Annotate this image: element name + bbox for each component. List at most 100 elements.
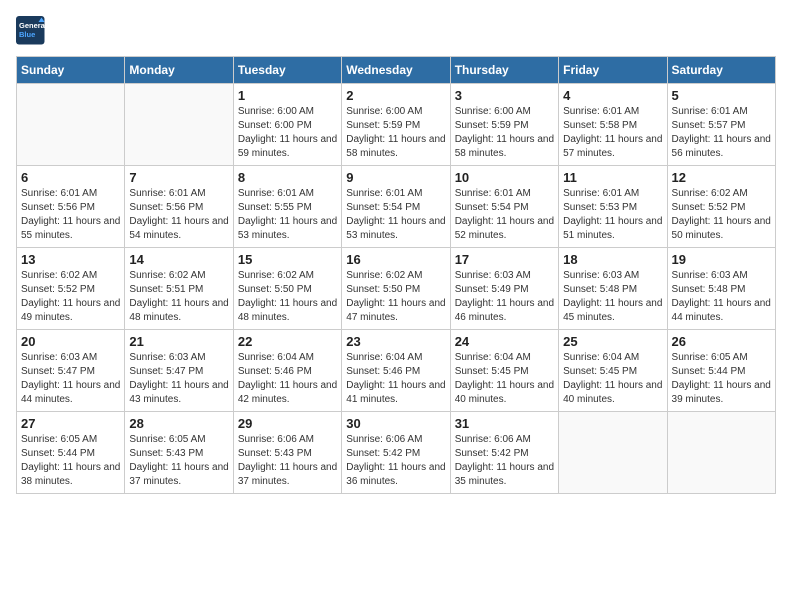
- calendar-day-cell: 22Sunrise: 6:04 AMSunset: 5:46 PMDayligh…: [233, 330, 341, 412]
- calendar-day-cell: 15 Sunrise: 6:02 AMSunset: 5:50 PMDayligh…: [233, 248, 341, 330]
- day-number: 20: [21, 334, 120, 349]
- day-number: 13: [21, 252, 120, 267]
- day-number: 30: [346, 416, 445, 431]
- day-info: Sunrise: 6:01 AMSunset: 5:54 PMDaylight:…: [346, 187, 445, 243]
- day-number: 14: [129, 252, 228, 267]
- calendar-week-row: 6 Sunrise: 6:01 AMSunset: 5:56 PMDaylight…: [17, 166, 776, 248]
- calendar-day-cell: 31 Sunrise: 6:06 AMSunset: 5:42 PMDayligh…: [450, 412, 558, 494]
- calendar-day-cell: 20 Sunrise: 6:03 AMSunset: 5:47 PMDayligh…: [17, 330, 125, 412]
- calendar-day-cell: 24 Sunrise: 6:04 AMSunset: 5:45 PMDayligh…: [450, 330, 558, 412]
- calendar-header-row: SundayMondayTuesdayWednesdayThursdayFrid…: [17, 57, 776, 84]
- calendar-day-cell: 14 Sunrise: 6:02 AMSunset: 5:51 PMDayligh…: [125, 248, 233, 330]
- calendar-day-cell: 5Sunrise: 6:01 AMSunset: 5:57 PMDaylight…: [667, 84, 775, 166]
- calendar-day-cell: [17, 84, 125, 166]
- day-info: Sunrise: 6:01 AMSunset: 5:56 PMDaylight:…: [129, 187, 228, 243]
- day-number: 11: [563, 170, 662, 185]
- day-of-week-header: Monday: [125, 57, 233, 84]
- day-number: 3: [455, 88, 554, 103]
- calendar-day-cell: 23Sunrise: 6:04 AMSunset: 5:46 PMDayligh…: [342, 330, 450, 412]
- calendar-day-cell: 1 Sunrise: 6:00 AMSunset: 6:00 PMDaylight…: [233, 84, 341, 166]
- day-number: 19: [672, 252, 771, 267]
- day-info: Sunrise: 6:02 AMSunset: 5:51 PMDaylight:…: [129, 269, 228, 325]
- day-info: Sunrise: 6:00 AMSunset: 5:59 PMDaylight:…: [455, 105, 554, 161]
- day-info: Sunrise: 6:06 AMSunset: 5:42 PMDaylight:…: [346, 433, 445, 489]
- calendar-day-cell: [559, 412, 667, 494]
- calendar-day-cell: 19 Sunrise: 6:03 AMSunset: 5:48 PMDayligh…: [667, 248, 775, 330]
- calendar-week-row: 1 Sunrise: 6:00 AMSunset: 6:00 PMDaylight…: [17, 84, 776, 166]
- day-info: Sunrise: 6:02 AMSunset: 5:50 PMDaylight:…: [238, 269, 337, 325]
- page-header: General Blue: [16, 16, 776, 46]
- day-info: Sunrise: 6:01 AMSunset: 5:53 PMDaylight:…: [563, 187, 662, 243]
- calendar-day-cell: 11 Sunrise: 6:01 AMSunset: 5:53 PMDayligh…: [559, 166, 667, 248]
- day-info: Sunrise: 6:04 AMSunset: 5:45 PMDaylight:…: [455, 351, 554, 407]
- calendar-day-cell: 9 Sunrise: 6:01 AMSunset: 5:54 PMDaylight…: [342, 166, 450, 248]
- calendar-day-cell: 29Sunrise: 6:06 AMSunset: 5:43 PMDayligh…: [233, 412, 341, 494]
- day-number: 9: [346, 170, 445, 185]
- calendar-day-cell: 10 Sunrise: 6:01 AMSunset: 5:54 PMDayligh…: [450, 166, 558, 248]
- calendar-day-cell: 21 Sunrise: 6:03 AMSunset: 5:47 PMDayligh…: [125, 330, 233, 412]
- calendar-day-cell: 4Sunrise: 6:01 AMSunset: 5:58 PMDaylight…: [559, 84, 667, 166]
- day-number: 12: [672, 170, 771, 185]
- day-info: Sunrise: 6:03 AMSunset: 5:48 PMDaylight:…: [672, 269, 771, 325]
- day-info: Sunrise: 6:01 AMSunset: 5:54 PMDaylight:…: [455, 187, 554, 243]
- day-number: 26: [672, 334, 771, 349]
- day-number: 8: [238, 170, 337, 185]
- calendar-day-cell: [125, 84, 233, 166]
- day-info: Sunrise: 6:00 AMSunset: 5:59 PMDaylight:…: [346, 105, 445, 161]
- day-info: Sunrise: 6:02 AMSunset: 5:52 PMDaylight:…: [21, 269, 120, 325]
- calendar-day-cell: 27 Sunrise: 6:05 AMSunset: 5:44 PMDayligh…: [17, 412, 125, 494]
- day-number: 17: [455, 252, 554, 267]
- day-info: Sunrise: 6:00 AMSunset: 6:00 PMDaylight:…: [238, 105, 337, 161]
- day-number: 2: [346, 88, 445, 103]
- calendar-day-cell: 3 Sunrise: 6:00 AMSunset: 5:59 PMDaylight…: [450, 84, 558, 166]
- calendar-day-cell: 17 Sunrise: 6:03 AMSunset: 5:49 PMDayligh…: [450, 248, 558, 330]
- day-info: Sunrise: 6:04 AMSunset: 5:45 PMDaylight:…: [563, 351, 662, 407]
- svg-text:General: General: [19, 21, 46, 30]
- calendar-day-cell: 25Sunrise: 6:04 AMSunset: 5:45 PMDayligh…: [559, 330, 667, 412]
- svg-text:Blue: Blue: [19, 30, 35, 39]
- day-info: Sunrise: 6:05 AMSunset: 5:43 PMDaylight:…: [129, 433, 228, 489]
- calendar-week-row: 27 Sunrise: 6:05 AMSunset: 5:44 PMDayligh…: [17, 412, 776, 494]
- calendar-week-row: 20 Sunrise: 6:03 AMSunset: 5:47 PMDayligh…: [17, 330, 776, 412]
- calendar-day-cell: 6 Sunrise: 6:01 AMSunset: 5:56 PMDaylight…: [17, 166, 125, 248]
- day-of-week-header: Saturday: [667, 57, 775, 84]
- day-info: Sunrise: 6:04 AMSunset: 5:46 PMDaylight:…: [238, 351, 337, 407]
- day-of-week-header: Friday: [559, 57, 667, 84]
- day-of-week-header: Sunday: [17, 57, 125, 84]
- day-number: 15: [238, 252, 337, 267]
- day-info: Sunrise: 6:03 AMSunset: 5:47 PMDaylight:…: [129, 351, 228, 407]
- day-info: Sunrise: 6:03 AMSunset: 5:47 PMDaylight:…: [21, 351, 120, 407]
- day-info: Sunrise: 6:03 AMSunset: 5:49 PMDaylight:…: [455, 269, 554, 325]
- day-number: 31: [455, 416, 554, 431]
- calendar-day-cell: 7 Sunrise: 6:01 AMSunset: 5:56 PMDaylight…: [125, 166, 233, 248]
- day-info: Sunrise: 6:01 AMSunset: 5:56 PMDaylight:…: [21, 187, 120, 243]
- day-number: 18: [563, 252, 662, 267]
- day-info: Sunrise: 6:04 AMSunset: 5:46 PMDaylight:…: [346, 351, 445, 407]
- day-number: 4: [563, 88, 662, 103]
- day-number: 28: [129, 416, 228, 431]
- day-of-week-header: Wednesday: [342, 57, 450, 84]
- calendar-day-cell: 13 Sunrise: 6:02 AMSunset: 5:52 PMDayligh…: [17, 248, 125, 330]
- calendar-week-row: 13 Sunrise: 6:02 AMSunset: 5:52 PMDayligh…: [17, 248, 776, 330]
- day-number: 27: [21, 416, 120, 431]
- calendar-day-cell: 18Sunrise: 6:03 AMSunset: 5:48 PMDayligh…: [559, 248, 667, 330]
- day-number: 16: [346, 252, 445, 267]
- day-info: Sunrise: 6:06 AMSunset: 5:42 PMDaylight:…: [455, 433, 554, 489]
- calendar-table: SundayMondayTuesdayWednesdayThursdayFrid…: [16, 56, 776, 494]
- day-number: 6: [21, 170, 120, 185]
- day-number: 10: [455, 170, 554, 185]
- day-info: Sunrise: 6:02 AMSunset: 5:52 PMDaylight:…: [672, 187, 771, 243]
- calendar-day-cell: 12 Sunrise: 6:02 AMSunset: 5:52 PMDayligh…: [667, 166, 775, 248]
- calendar-day-cell: 16Sunrise: 6:02 AMSunset: 5:50 PMDayligh…: [342, 248, 450, 330]
- calendar-day-cell: 26 Sunrise: 6:05 AMSunset: 5:44 PMDayligh…: [667, 330, 775, 412]
- calendar-day-cell: 8 Sunrise: 6:01 AMSunset: 5:55 PMDaylight…: [233, 166, 341, 248]
- logo: General Blue: [16, 16, 46, 46]
- day-info: Sunrise: 6:05 AMSunset: 5:44 PMDaylight:…: [672, 351, 771, 407]
- day-number: 24: [455, 334, 554, 349]
- day-number: 7: [129, 170, 228, 185]
- day-info: Sunrise: 6:01 AMSunset: 5:57 PMDaylight:…: [672, 105, 771, 161]
- day-info: Sunrise: 6:01 AMSunset: 5:55 PMDaylight:…: [238, 187, 337, 243]
- day-info: Sunrise: 6:05 AMSunset: 5:44 PMDaylight:…: [21, 433, 120, 489]
- day-number: 1: [238, 88, 337, 103]
- day-number: 21: [129, 334, 228, 349]
